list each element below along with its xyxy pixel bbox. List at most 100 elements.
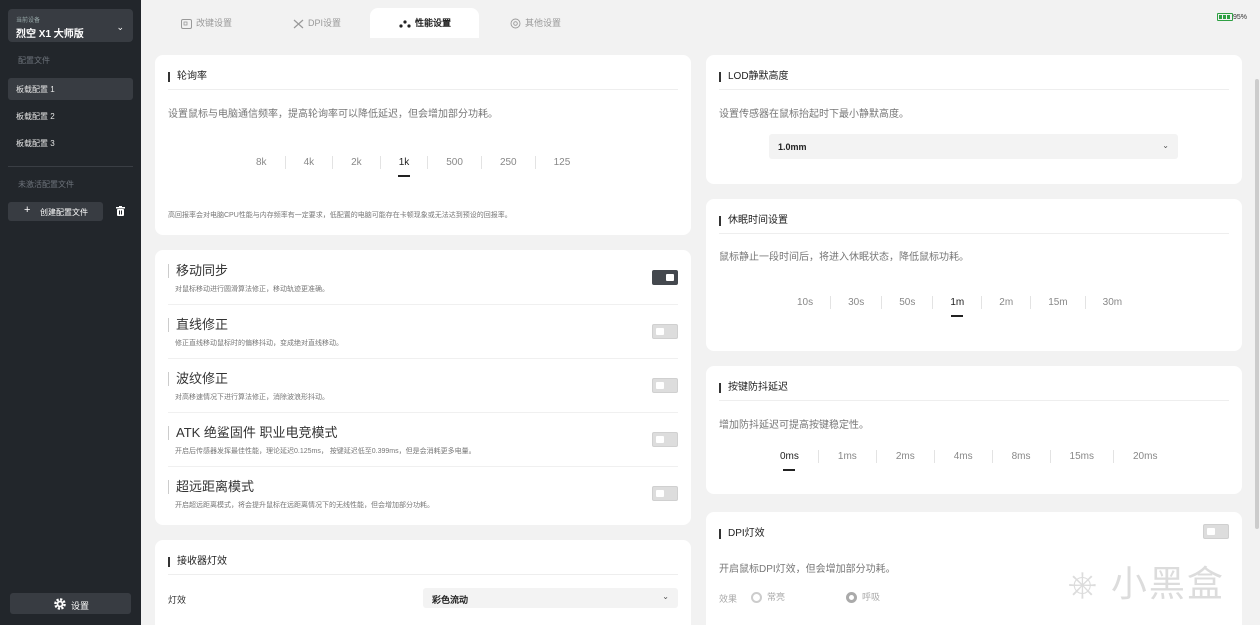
option-separator: [1030, 296, 1032, 309]
option-separator: [284, 156, 286, 169]
polling-option[interactable]: 1k: [397, 157, 410, 177]
radio-steady[interactable]: 常亮: [751, 590, 785, 604]
polling-option[interactable]: 250: [500, 157, 517, 168]
watermark-text: 小黑盒: [1110, 563, 1225, 604]
debounce-option[interactable]: 20ms: [1133, 451, 1157, 462]
create-profile-button[interactable]: + 创建配置文件: [8, 202, 103, 221]
option-separator: [1112, 450, 1114, 463]
trash-icon[interactable]: [116, 206, 125, 216]
debounce-options: 0ms 1ms 2ms 4ms 8ms 15ms 20ms: [780, 450, 1157, 471]
receiver-light-value: 彩色流动: [432, 595, 469, 605]
battery-icon: [1216, 13, 1233, 21]
tab-performance-settings-label: 性能设置: [415, 18, 452, 28]
settings-button[interactable]: 设置: [10, 593, 131, 614]
inactive-profiles-caption: 未激活配置文件: [18, 180, 74, 189]
feature-desc: 对高移速情况下进行算法修正，消除波浪形抖动。: [175, 394, 329, 401]
option-separator: [379, 156, 381, 169]
row-divider: [168, 466, 678, 467]
chevron-down-icon: ⌄: [116, 22, 124, 32]
sleep-option[interactable]: 30m: [1103, 297, 1122, 308]
lod-desc: 设置传感器在鼠标抬起时下最小静默高度。: [719, 109, 909, 120]
device-selector[interactable]: 当前设备 烈空 X1 大师版 ⌄: [8, 9, 133, 42]
sidebar: 当前设备 烈空 X1 大师版 ⌄ 配置文件 板载配置 1 板载配置 2 板载配置…: [0, 0, 141, 625]
sidebar-item-profile-1[interactable]: 板载配置 1: [8, 78, 133, 100]
debounce-option[interactable]: 8ms: [1012, 451, 1031, 462]
cross-arrows-icon: [293, 19, 304, 29]
polling-option[interactable]: 4k: [304, 157, 315, 168]
sleep-option[interactable]: 2m: [999, 297, 1013, 308]
debounce-title: 按键防抖延迟: [719, 383, 788, 393]
debounce-option[interactable]: 1ms: [838, 451, 857, 462]
sidebar-item-profile-3[interactable]: 板载配置 3: [8, 132, 133, 154]
tab-key-settings[interactable]: 改键设置: [169, 8, 279, 38]
debounce-option[interactable]: 2ms: [896, 451, 915, 462]
dpi-light-effect-label: 效果: [719, 594, 738, 604]
radio-breathing-label: 呼吸: [862, 592, 881, 602]
keyboard-icon: [181, 18, 192, 29]
receiver-light-title: 接收器灯效: [168, 557, 227, 567]
sleep-option[interactable]: 30s: [848, 297, 864, 308]
option-separator: [817, 450, 819, 463]
option-separator: [480, 156, 482, 169]
debounce-option[interactable]: 4ms: [954, 451, 973, 462]
receiver-light-select[interactable]: 彩色流动 ⌄: [423, 588, 678, 608]
polling-option[interactable]: 8k: [256, 157, 267, 168]
profiles-caption: 配置文件: [18, 56, 50, 65]
option-separator: [534, 156, 536, 169]
debounce-option[interactable]: 0ms: [780, 451, 799, 471]
feature-toggle[interactable]: [652, 270, 678, 285]
tab-performance-settings[interactable]: 性能设置: [370, 8, 479, 38]
option-separator: [427, 156, 429, 169]
polling-option[interactable]: 2k: [351, 157, 362, 168]
divider: [719, 89, 1229, 90]
option-separator: [1084, 296, 1086, 309]
debounce-option[interactable]: 15ms: [1070, 451, 1094, 462]
feature-title: 波纹修正: [168, 372, 228, 386]
option-separator: [881, 296, 883, 309]
receiver-light-card: 接收器灯效 灯效 彩色流动 ⌄: [155, 540, 691, 625]
lod-select[interactable]: 1.0mm ⌄: [769, 134, 1178, 159]
polling-rate-note: 高回报率会对电脑CPU性能与内存频率有一定要求，低配置的电脑可能存在卡顿现象或无…: [168, 212, 512, 219]
polling-option[interactable]: 500: [446, 157, 463, 168]
sleep-option[interactable]: 10s: [797, 297, 813, 308]
polling-rate-card: 轮询率 设置鼠标与电脑通信频率，提高轮询率可以降低延迟，但会增加部分功耗。 8k…: [155, 55, 691, 235]
scrollbar[interactable]: [1255, 79, 1259, 529]
feature-toggle[interactable]: [652, 432, 678, 447]
dpi-light-toggle[interactable]: [1203, 524, 1229, 539]
dpi-light-desc: 开启鼠标DPI灯效，但会增加部分功耗。: [719, 564, 896, 575]
feature-toggle[interactable]: [652, 324, 678, 339]
gear-icon: [510, 18, 521, 29]
top-tab-bar: 改键设置 DPI设置 性能设置 其他设置 95%: [141, 0, 1260, 38]
plus-icon: +: [24, 204, 31, 216]
divider: [168, 574, 678, 575]
polling-option[interactable]: 125: [554, 157, 571, 168]
settings-label: 设置: [71, 601, 90, 611]
option-separator: [932, 296, 934, 309]
option-separator: [1049, 450, 1051, 463]
chevron-down-icon: ⌄: [1162, 141, 1169, 150]
option-separator: [933, 450, 935, 463]
sleep-option[interactable]: 50s: [899, 297, 915, 308]
radio-icon: [751, 592, 762, 604]
option-separator: [332, 156, 334, 169]
feature-toggle[interactable]: [652, 486, 678, 501]
sleep-option[interactable]: 1m: [950, 297, 964, 317]
sleep-time-title: 休眠时间设置: [719, 216, 788, 226]
app-window: 当前设备 烈空 X1 大师版 ⌄ 配置文件 板载配置 1 板载配置 2 板载配置…: [0, 0, 1260, 625]
radio-breathing[interactable]: 呼吸: [846, 590, 881, 604]
row-divider: [168, 358, 678, 359]
feature-toggles-card: 移动同步 对鼠标移动进行圆滑算法修正，移动轨迹更准确。 直线修正 修正直线移动鼠标时的…: [155, 250, 691, 525]
sidebar-item-profile-2[interactable]: 板载配置 2: [8, 105, 133, 127]
debounce-card: 按键防抖延迟 增加防抖延迟可提高按键稳定性。 0ms 1ms 2ms 4ms 8ms 15…: [706, 366, 1242, 494]
feature-toggle[interactable]: [652, 378, 678, 393]
polling-rate-options: 8k 4k 2k 1k 500 250 125: [256, 156, 571, 177]
divider: [719, 233, 1229, 234]
sidebar-divider: [8, 166, 133, 167]
divider: [719, 400, 1229, 401]
tab-other-settings[interactable]: 其他设置: [498, 8, 608, 38]
battery-percent: 95%: [1232, 13, 1247, 21]
option-separator: [875, 450, 877, 463]
polling-rate-desc: 设置鼠标与电脑通信频率，提高轮询率可以降低延迟，但会增加部分功耗。: [168, 109, 498, 120]
tab-other-settings-label: 其他设置: [525, 18, 562, 28]
sleep-option[interactable]: 15m: [1048, 297, 1067, 308]
